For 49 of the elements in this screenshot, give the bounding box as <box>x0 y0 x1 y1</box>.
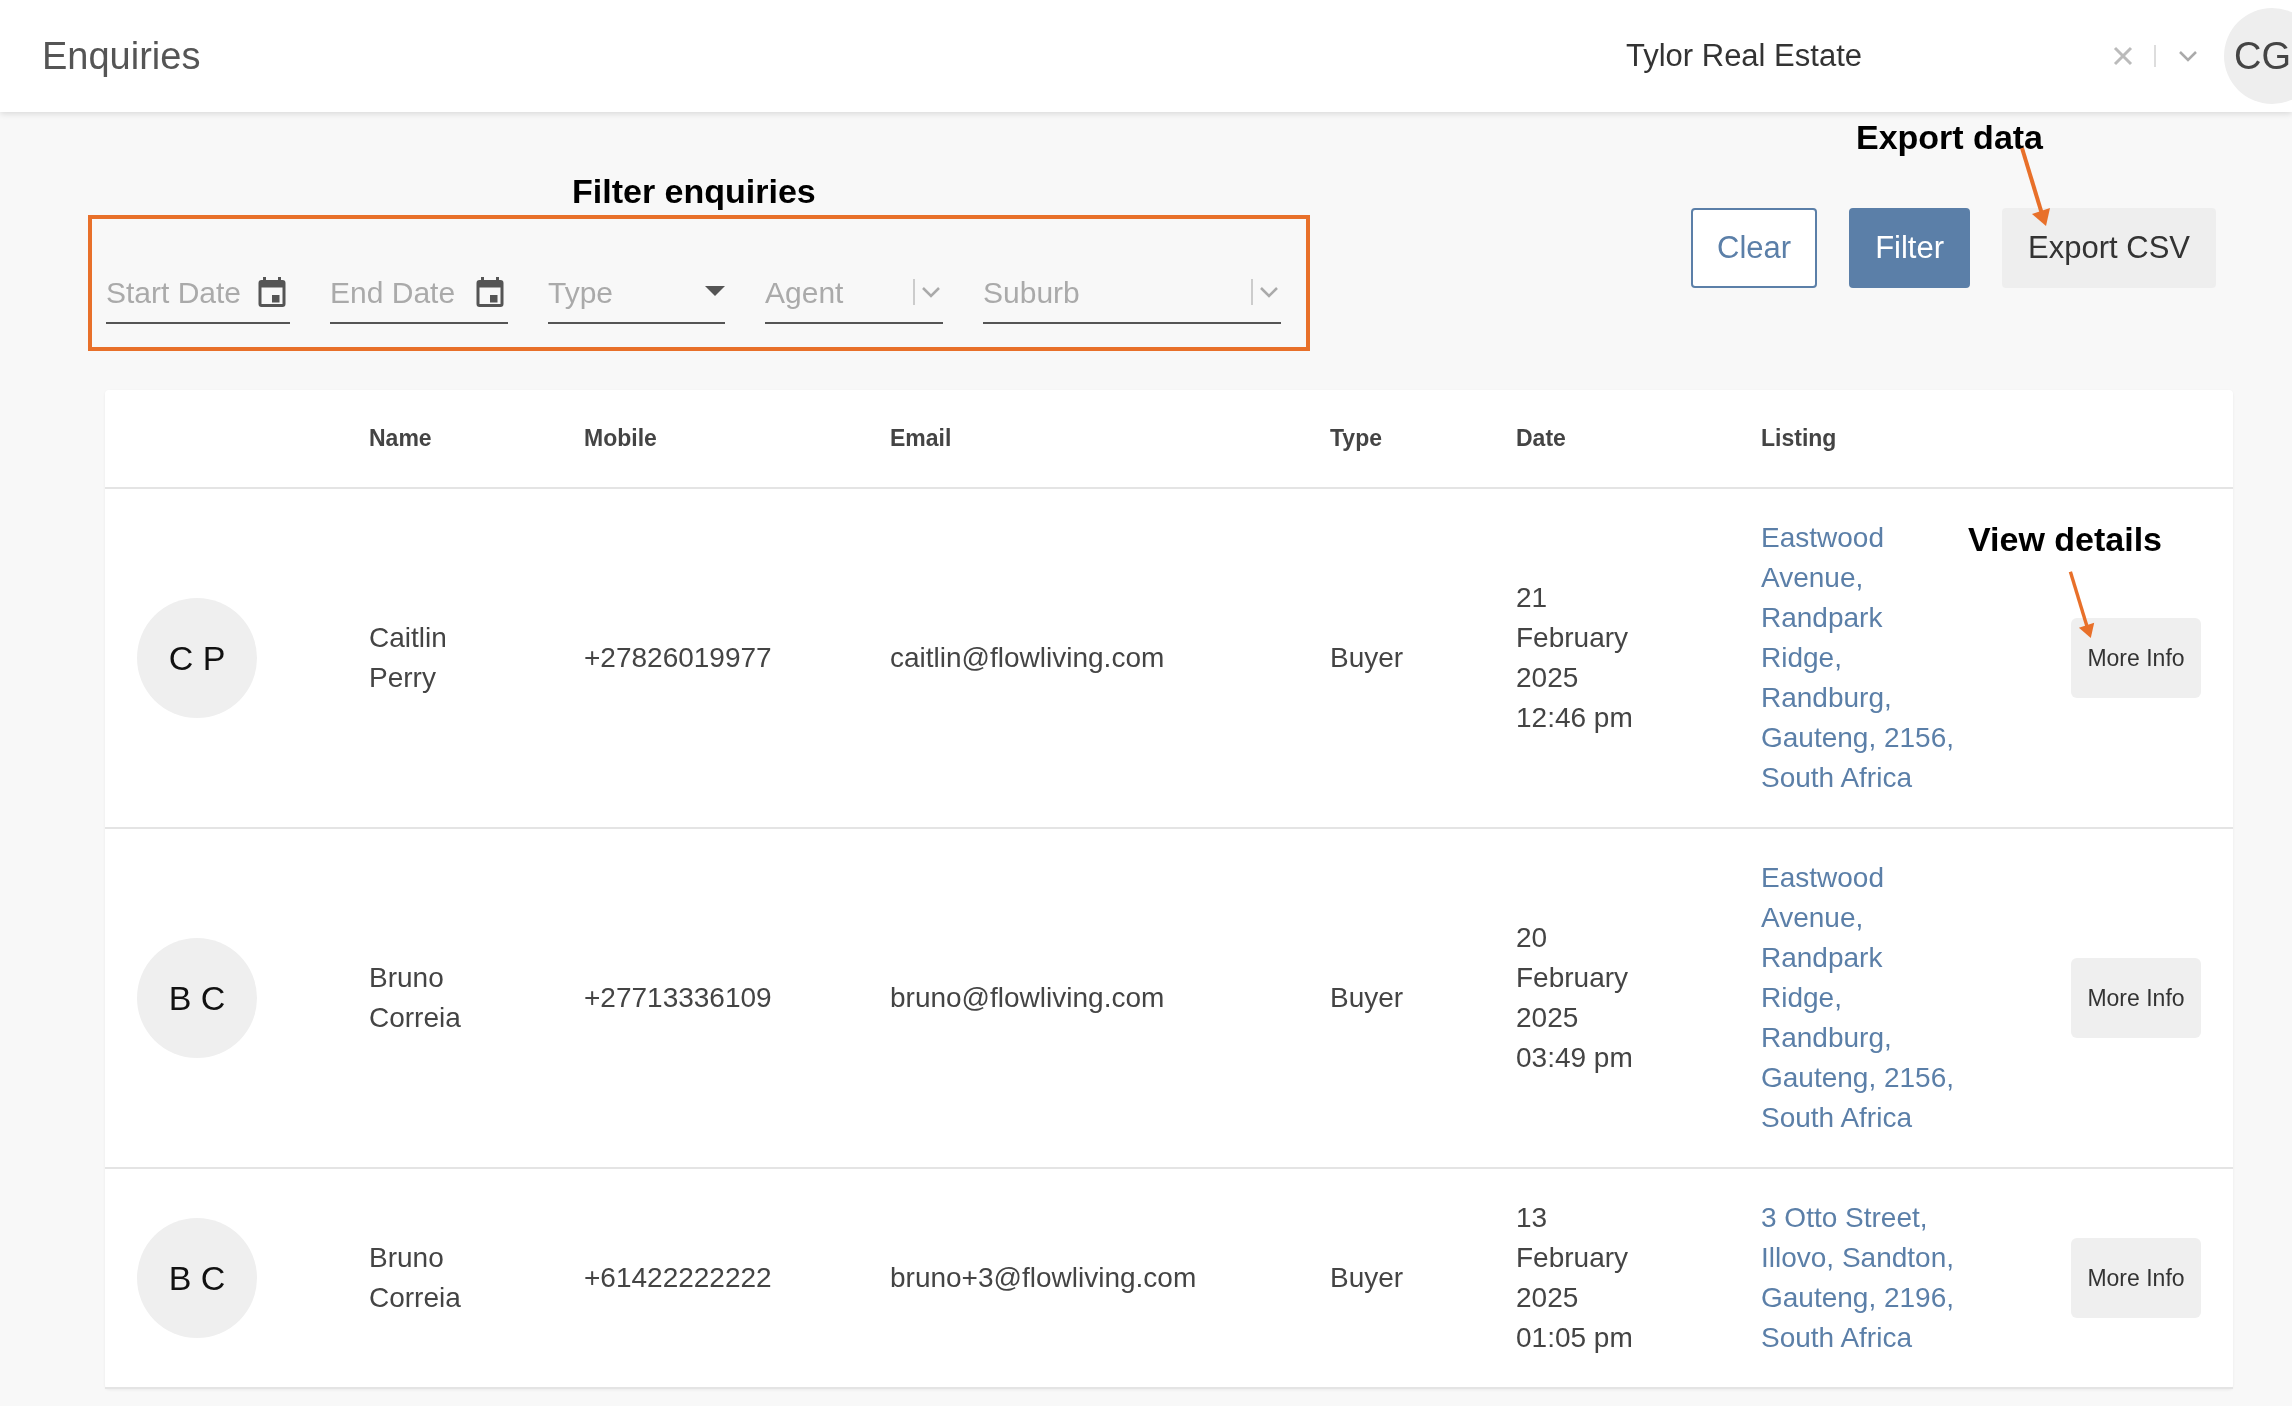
column-header: Type <box>1330 424 1382 454</box>
more-info-button[interactable]: More Info <box>2071 958 2201 1038</box>
name-cell-text: Bruno Correia <box>369 1241 462 1315</box>
contact-avatar: B C <box>137 1218 257 1338</box>
type-cell-text: Buyer <box>1330 1261 1404 1295</box>
user-avatar[interactable]: CG <box>2224 8 2292 104</box>
column-header: Name <box>369 424 432 454</box>
name-cell-text: Caitlin Perry <box>369 621 448 695</box>
chevron-down-icon[interactable] <box>919 284 943 300</box>
email-cell-text: bruno+3@flowliving.com <box>890 1261 1197 1295</box>
column-header: Date <box>1516 424 1566 454</box>
email-cell-text: bruno@flowliving.com <box>890 981 1165 1015</box>
email-cell-text: caitlin@flowliving.com <box>890 641 1165 675</box>
more-info-button[interactable]: More Info <box>2071 618 2201 698</box>
filter-field[interactable]: Suburb <box>983 262 1281 324</box>
toolbar-button[interactable]: Export CSV <box>2002 208 2216 288</box>
chevron-down-icon[interactable] <box>1257 284 1281 300</box>
filter-field[interactable]: End Date <box>330 262 508 324</box>
agency-select[interactable]: Tylor Real Estate <box>1625 32 1862 80</box>
listing-link[interactable]: Eastwood Avenue, Randpark Ridge, Randburg, Gauteng, 2156, South Africa <box>1761 858 1957 1138</box>
column-header: Listing <box>1761 424 1837 454</box>
type-cell-text: Buyer <box>1330 641 1404 675</box>
listing-link[interactable]: Eastwood Avenue, Randpark Ridge, Randburg, Gauteng, 2156, South Africa <box>1761 518 1957 798</box>
more-info-button[interactable]: More Info <box>2071 1238 2201 1318</box>
chevron-down-icon[interactable] <box>2176 48 2200 64</box>
toolbar-button[interactable]: Clear <box>1691 208 1818 288</box>
annotation-label: Filter enquiries <box>572 171 816 212</box>
column-header: Email <box>890 424 952 454</box>
annotation-label: Export data <box>1856 117 2044 158</box>
caret-down-icon[interactable] <box>705 286 725 298</box>
mobile-cell-text: +27826019977 <box>584 641 772 675</box>
name-cell-text: Bruno Correia <box>369 961 462 1035</box>
type-cell-text: Buyer <box>1330 981 1404 1015</box>
clear-icon[interactable] <box>2112 45 2134 67</box>
date-cell-text: 20 February 2025 03:49 pm <box>1516 921 1634 1075</box>
date-cell-text: 13 February 2025 01:05 pm <box>1516 1201 1634 1355</box>
contact-avatar: C P <box>137 598 257 718</box>
filter-field[interactable]: Type <box>548 262 725 324</box>
listing-link[interactable]: 3 Otto Street, Illovo, Sandton, Gauteng, 2196, South Africa <box>1761 1198 1957 1358</box>
mobile-cell-text: +61422222222 <box>584 1261 772 1295</box>
filter-field[interactable]: Agent <box>765 262 943 324</box>
toolbar-button[interactable]: Filter <box>1849 208 1971 288</box>
column-header: Mobile <box>584 424 657 454</box>
mobile-cell-text: +27713336109 <box>584 981 772 1015</box>
contact-avatar: B C <box>137 938 257 1058</box>
filter-field[interactable]: Start Date <box>106 262 290 324</box>
page-title: Enquiries <box>42 33 201 79</box>
date-cell-text: 21 February 2025 12:46 pm <box>1516 581 1634 735</box>
annotation-label: View details <box>1968 519 2163 560</box>
